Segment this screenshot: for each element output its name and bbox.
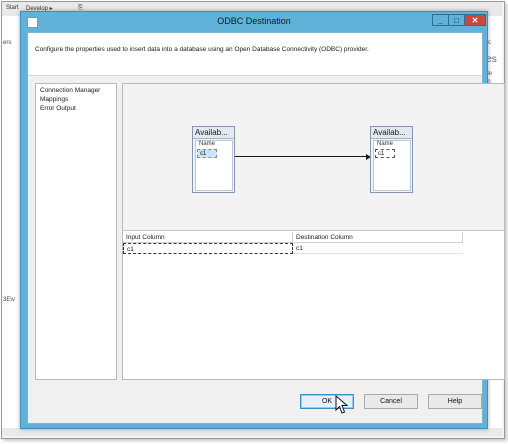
input-column-item[interactable]: c1 [197, 149, 217, 158]
available-destination-columns-list: Name c1 [373, 140, 411, 191]
nav-item-connection-manager[interactable]: Connection Manager [40, 87, 100, 94]
description-text: Configure the properties used to insert … [35, 46, 369, 53]
background-tab-start[interactable]: Start [6, 5, 19, 11]
grid-header-input-column[interactable]: Input Column [123, 232, 293, 243]
dialog-client-area: Configure the properties used to insert … [27, 32, 505, 424]
destination-column-item[interactable]: c1 [375, 149, 395, 158]
available-input-columns-title: Availab... [193, 127, 234, 139]
background-status-bar [2, 428, 502, 436]
background-left-text: 3E\v [3, 297, 16, 303]
background-left-pane: ers 3E\v [2, 16, 21, 428]
odbc-destination-dialog: ODBC Destination _ □ ✕ Configure the pro… [20, 11, 505, 429]
dialog-title: ODBC Destination [217, 16, 291, 26]
description-banner: Configure the properties used to insert … [28, 33, 482, 76]
destination-name-header: Name [377, 141, 394, 147]
cancel-button[interactable]: Cancel [364, 394, 418, 409]
nav-item-error-output[interactable]: Error Output [40, 105, 76, 112]
background-left-text: ers [3, 40, 12, 46]
minimize-button[interactable]: _ [432, 14, 449, 26]
help-button[interactable]: Help [428, 394, 482, 409]
column-mapping-canvas[interactable]: Availab... Name c1 Availab... Name c1 [123, 84, 504, 231]
available-input-columns-list: Name c1 [195, 140, 233, 191]
input-name-header: Name [199, 141, 216, 147]
mapping-line [235, 156, 367, 157]
mappings-panel: Availab... Name c1 Availab... Name c1 In… [122, 83, 505, 380]
grid-header-destination-column[interactable]: Destination Column [293, 232, 463, 243]
available-destination-columns-title: Availab... [371, 127, 412, 139]
available-input-columns-box[interactable]: Availab... Name c1 [192, 126, 235, 193]
grid-cell-destination-column[interactable]: c1 [293, 243, 463, 254]
grid-cell-input-column[interactable]: c1 [123, 243, 293, 254]
available-destination-columns-box[interactable]: Availab... Name c1 [370, 126, 413, 193]
nav-item-mappings[interactable]: Mappings [40, 96, 68, 103]
mouse-pointer-icon [335, 395, 349, 414]
close-button[interactable]: ✕ [464, 14, 486, 26]
maximize-button[interactable]: □ [448, 14, 465, 26]
navigation-panel: Connection Manager Mappings Error Output [35, 83, 117, 380]
dialog-titlebar[interactable]: ODBC Destination _ □ ✕ [21, 12, 487, 32]
